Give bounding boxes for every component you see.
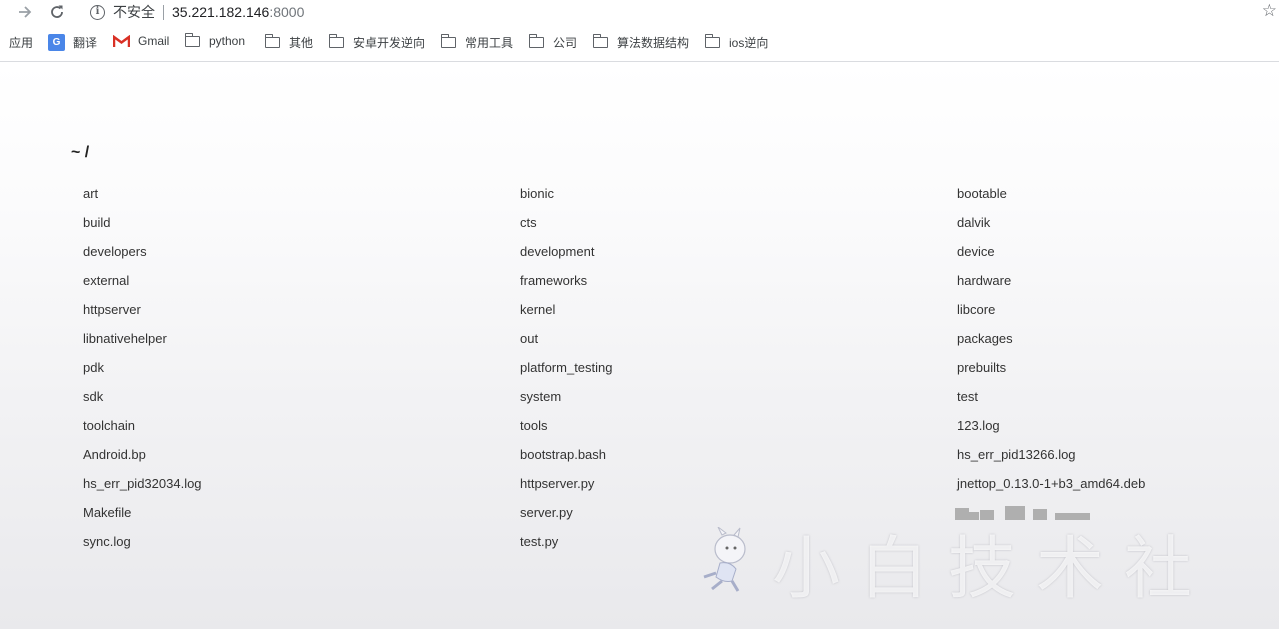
folder-icon bbox=[528, 34, 544, 48]
list-item[interactable]: sdk bbox=[83, 388, 520, 417]
list-item[interactable]: Makefile bbox=[83, 504, 520, 533]
watermark: 小白技术社 bbox=[702, 522, 1212, 609]
bookmark-translate[interactable]: G 翻译 bbox=[48, 34, 97, 51]
list-item[interactable]: out bbox=[520, 330, 957, 359]
bookmarks-bar: 应用 G 翻译 Gmail python 其他 安卓开发逆向 常用工具 公司 算… bbox=[0, 28, 1279, 58]
list-item[interactable]: platform_testing bbox=[520, 359, 957, 388]
reload-icon[interactable] bbox=[45, 0, 69, 24]
list-item[interactable]: frameworks bbox=[520, 272, 957, 301]
google-translate-icon: G bbox=[48, 34, 65, 51]
folder-icon bbox=[264, 34, 280, 48]
browser-toolbar: i 不安全 35.221.182.146:8000 ☆ bbox=[0, 0, 1279, 24]
list-item[interactable]: prebuilts bbox=[957, 359, 1243, 388]
folder-icon bbox=[184, 32, 200, 47]
list-item[interactable]: 123.log bbox=[957, 417, 1243, 446]
page-title: ~ / bbox=[71, 144, 90, 161]
forward-arrow-icon[interactable] bbox=[13, 0, 37, 24]
bookmark-star-icon[interactable]: ☆ bbox=[1262, 1, 1277, 21]
bookmark-label: 公司 bbox=[553, 36, 578, 50]
list-item[interactable]: developers bbox=[83, 243, 520, 272]
list-item[interactable]: kernel bbox=[520, 301, 957, 330]
bookmark-gmail[interactable]: Gmail bbox=[113, 34, 169, 48]
bookmark-label: 其他 bbox=[289, 36, 314, 50]
security-label[interactable]: 不安全 bbox=[113, 2, 155, 22]
bookmark-label: 算法数据结构 bbox=[617, 36, 690, 50]
list-item[interactable]: hs_err_pid13266.log bbox=[957, 446, 1243, 475]
list-item[interactable]: bootable bbox=[957, 185, 1243, 214]
page-content: ~ / art bionic bootable build cts dalvik… bbox=[0, 62, 1279, 629]
list-item[interactable]: sync.log bbox=[83, 533, 520, 562]
list-item[interactable]: bionic bbox=[520, 185, 957, 214]
bookmark-label: 翻译 bbox=[73, 36, 98, 50]
list-item[interactable]: cts bbox=[520, 214, 957, 243]
list-item[interactable]: hardware bbox=[957, 272, 1243, 301]
address-divider bbox=[163, 4, 164, 20]
bookmark-label: Gmail bbox=[138, 34, 170, 48]
list-item[interactable]: libnativehelper bbox=[83, 330, 520, 359]
list-item[interactable]: packages bbox=[957, 330, 1243, 359]
list-item[interactable]: external bbox=[83, 272, 520, 301]
folder-icon bbox=[704, 34, 720, 48]
list-item[interactable]: Android.bp bbox=[83, 446, 520, 475]
list-item[interactable]: dalvik bbox=[957, 214, 1243, 243]
bookmark-folder-company[interactable]: 公司 bbox=[528, 34, 578, 51]
list-item[interactable]: device bbox=[957, 243, 1243, 272]
list-item[interactable]: test bbox=[957, 388, 1243, 417]
bookmark-label: 常用工具 bbox=[465, 36, 514, 50]
list-item[interactable]: art bbox=[83, 185, 520, 214]
bookmark-folder-android-reverse[interactable]: 安卓开发逆向 bbox=[328, 34, 426, 51]
list-item[interactable]: bootstrap.bash bbox=[520, 446, 957, 475]
list-item[interactable]: development bbox=[520, 243, 957, 272]
bookmark-label: 应用 bbox=[9, 36, 34, 50]
list-item[interactable]: system bbox=[520, 388, 957, 417]
bookmark-label: python bbox=[209, 34, 246, 48]
watermark-text: 小白技术社 bbox=[772, 529, 1213, 609]
list-item[interactable]: httpserver bbox=[83, 301, 520, 330]
address-bar[interactable]: i 不安全 35.221.182.146:8000 bbox=[82, 0, 304, 24]
url-host[interactable]: 35.221.182.146 bbox=[172, 4, 269, 20]
url-port[interactable]: :8000 bbox=[269, 4, 304, 20]
bookmark-folder-ios-reverse[interactable]: ios逆向 bbox=[704, 34, 769, 51]
list-item[interactable]: pdk bbox=[83, 359, 520, 388]
bookmark-folder-python[interactable]: python bbox=[184, 32, 246, 48]
bookmark-folder-other[interactable]: 其他 bbox=[264, 34, 314, 51]
list-item[interactable]: toolchain bbox=[83, 417, 520, 446]
gmail-icon bbox=[113, 34, 130, 47]
bookmark-label: 安卓开发逆向 bbox=[353, 36, 426, 50]
folder-icon bbox=[592, 34, 608, 48]
bookmark-apps[interactable]: 应用 bbox=[9, 34, 33, 51]
mascot-icon bbox=[703, 527, 746, 592]
list-item[interactable]: tools bbox=[520, 417, 957, 446]
list-item[interactable]: libcore bbox=[957, 301, 1243, 330]
folder-icon bbox=[440, 34, 456, 48]
folder-icon bbox=[328, 34, 344, 48]
list-item[interactable]: build bbox=[83, 214, 520, 243]
list-item[interactable]: httpserver.py bbox=[520, 475, 957, 504]
info-icon[interactable]: i bbox=[90, 4, 105, 20]
list-item[interactable]: jnettop_0.13.0-1+b3_amd64.deb bbox=[957, 475, 1243, 504]
bookmark-folder-tools[interactable]: 常用工具 bbox=[440, 34, 514, 51]
bookmark-label: ios逆向 bbox=[729, 36, 769, 50]
bookmark-folder-algorithms[interactable]: 算法数据结构 bbox=[592, 34, 690, 51]
list-item[interactable]: hs_err_pid32034.log bbox=[83, 475, 520, 504]
